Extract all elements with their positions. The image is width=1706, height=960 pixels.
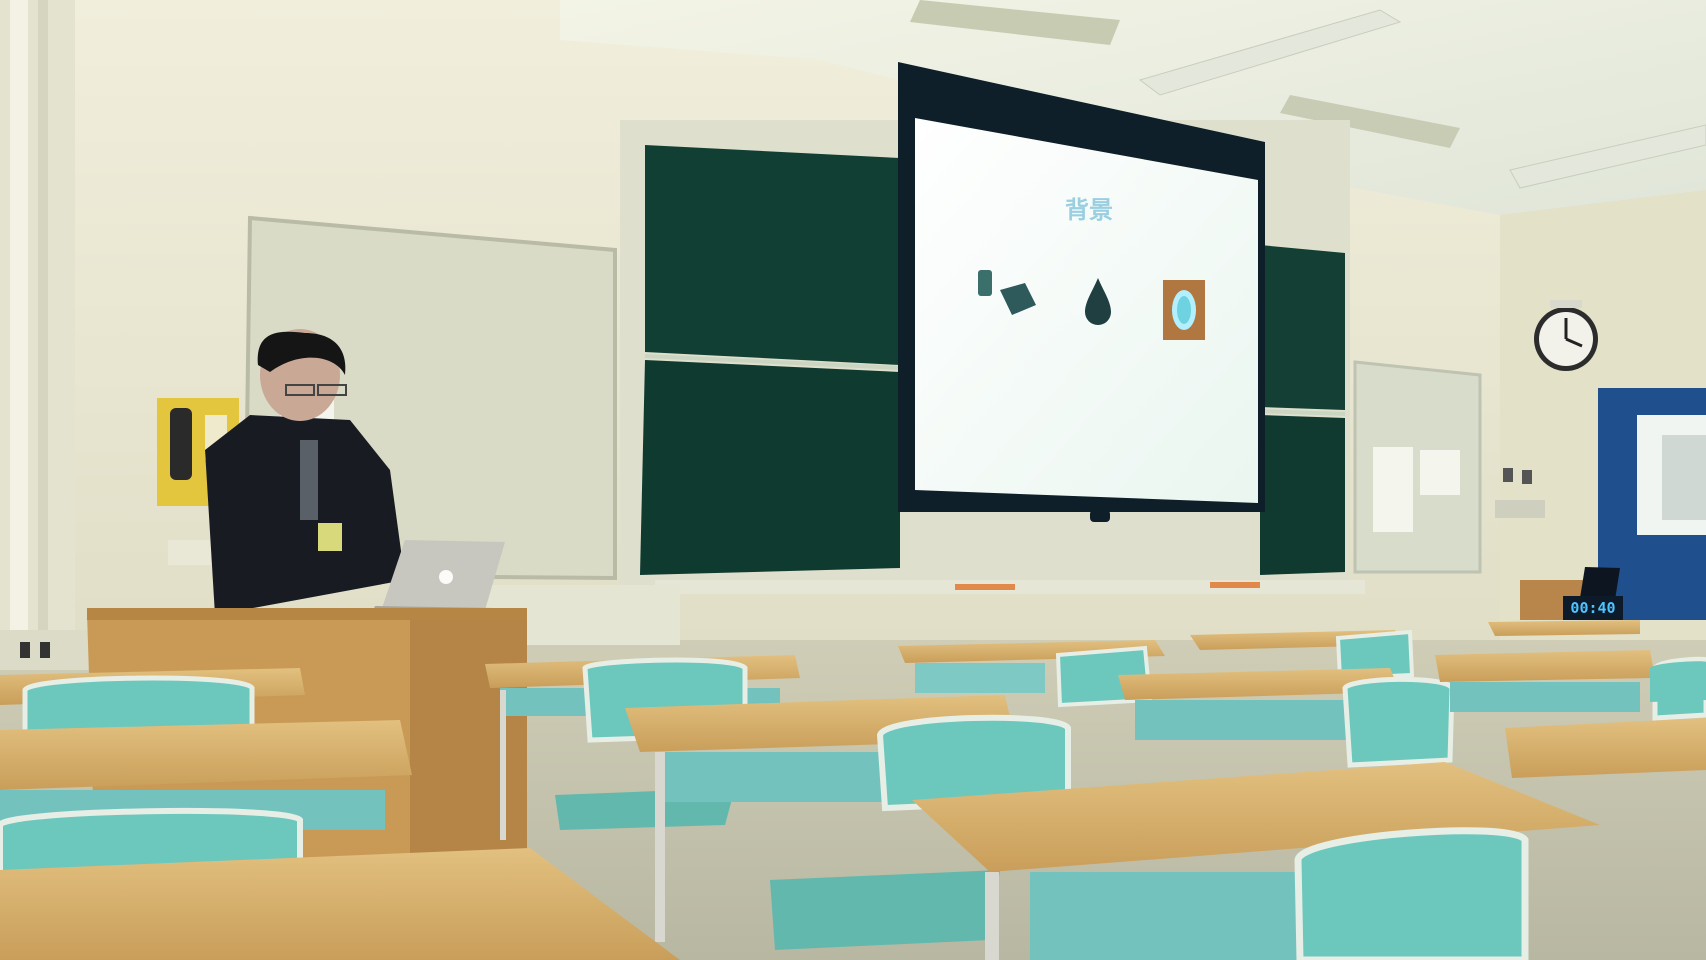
chair bbox=[1650, 661, 1706, 702]
classroom-illustration bbox=[0, 0, 1706, 960]
desk bbox=[1488, 620, 1640, 636]
desk bbox=[1505, 718, 1706, 778]
chalkboard bbox=[645, 145, 900, 365]
name-badge bbox=[318, 523, 342, 551]
slide-device-icon bbox=[978, 270, 992, 296]
classroom-scene: 背景 00:40 bbox=[0, 0, 1706, 960]
light-switch bbox=[1503, 468, 1513, 482]
chair bbox=[1342, 676, 1455, 768]
slide-title: 背景 bbox=[1065, 196, 1113, 224]
apple-logo-icon bbox=[439, 570, 453, 584]
timer-display: 00:40 bbox=[1563, 596, 1623, 620]
chair bbox=[1294, 827, 1529, 960]
